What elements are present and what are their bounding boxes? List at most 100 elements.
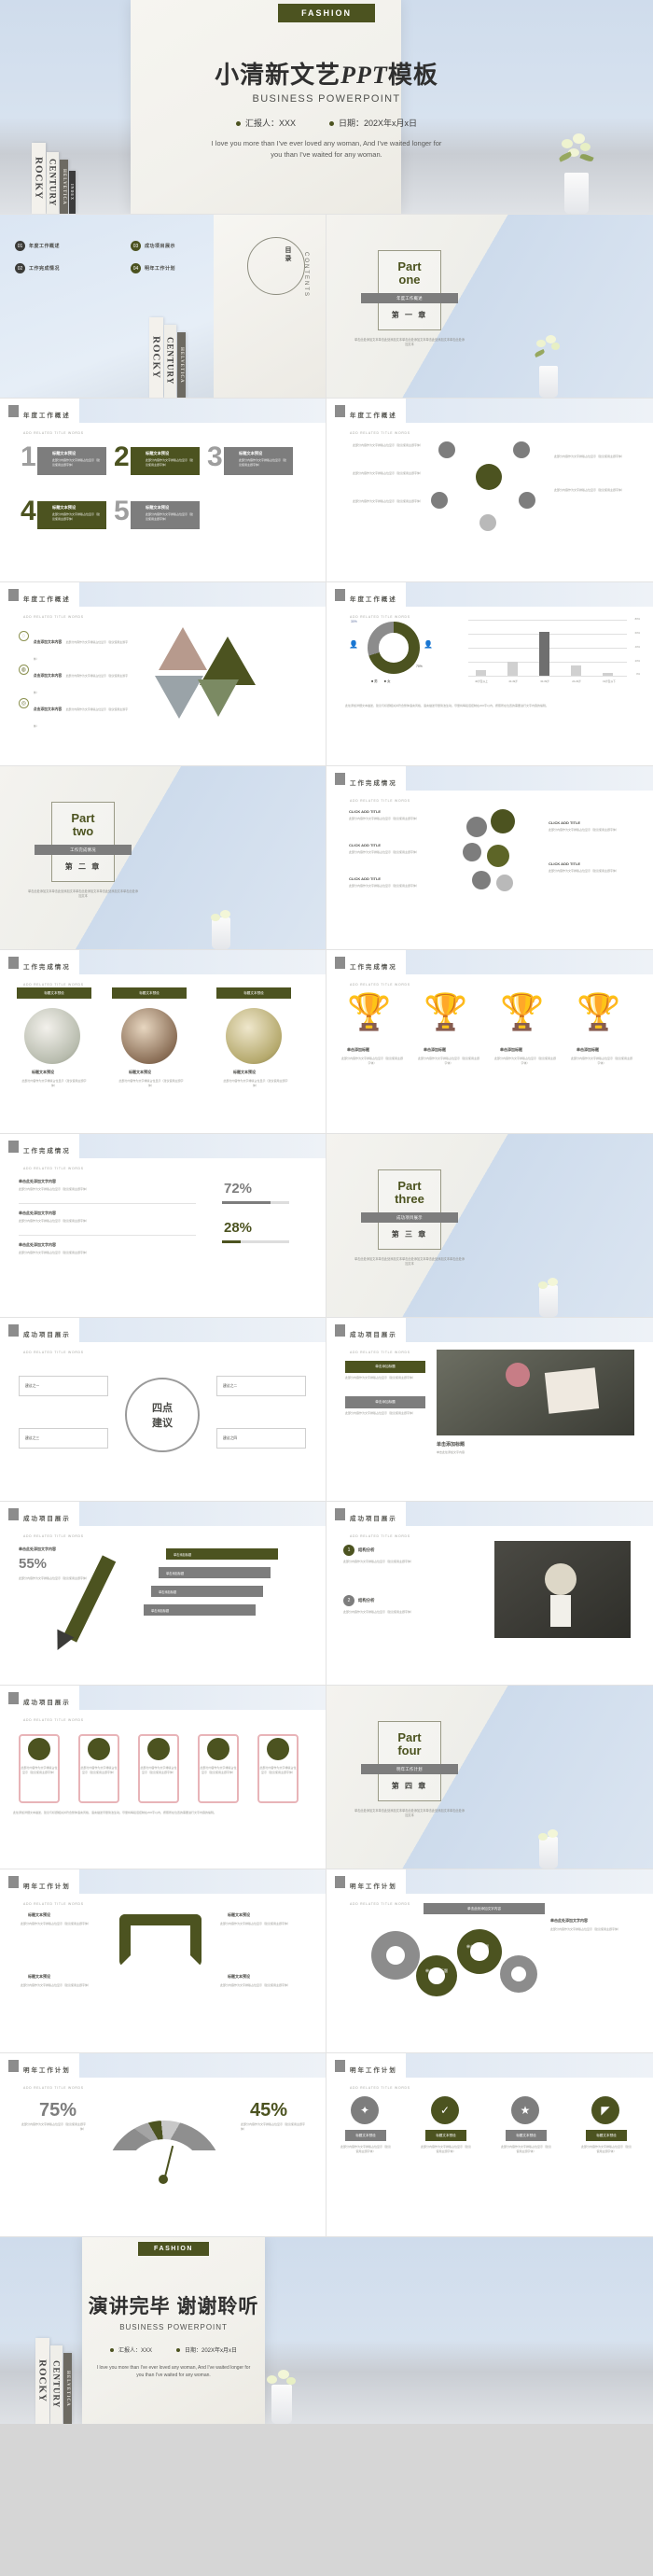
slide-table-of-contents[interactable]: 目录 CONTENTS 01 年度工作概述 02 工作完成情况 03 成功项目展… xyxy=(0,215,326,399)
slide-charts-donut-bar[interactable]: 年度工作概述 ADD RELATED TITLE WORDS 30% 70% 👤… xyxy=(326,582,653,766)
step-circle[interactable] xyxy=(28,1738,50,1760)
lightbulb-icon: ◌ xyxy=(19,631,29,641)
x-tick: 30-39岁 xyxy=(540,680,549,683)
step-circle[interactable] xyxy=(88,1738,110,1760)
toc-item-01[interactable]: 01 年度工作概述 xyxy=(15,241,60,251)
arrow-bar[interactable]: 单击添加标题 xyxy=(151,1586,263,1597)
cover-title-en: PPT xyxy=(340,62,388,89)
step-item-1[interactable]: 1 结构分析 xyxy=(343,1545,375,1556)
numbered-box[interactable]: 标题文本预设 此部分内容作为文字排版占位显示（建议使用主题字体） xyxy=(224,447,293,475)
list-desc: 此部分内容作为文字排版占位显示（建议使用主题字体） xyxy=(19,1219,90,1223)
photo-panel[interactable] xyxy=(437,1350,634,1435)
slide-ending[interactable]: FASHION 演讲完毕 谢谢聆听 BUSINESS POWERPOINT 汇报… xyxy=(0,2237,653,2424)
cluster-node[interactable] xyxy=(496,875,513,891)
cluster-desc: 此部分内容作为文字排版占位显示（建议使用主题字体） xyxy=(349,817,420,820)
step-circle[interactable] xyxy=(267,1738,289,1760)
slide-trophies[interactable]: 工作完成情况 ADD RELATED TITLE WORDS 🏆 🏆 🏆 🏆 单… xyxy=(326,950,653,1134)
slide-pencil-infographic[interactable]: 成功项目展示 ADD RELATED TITLE WORDS 单击此处添加文字内… xyxy=(0,1502,326,1686)
step-item-2[interactable]: 2 结构分析 xyxy=(343,1595,375,1606)
slide-gauge[interactable]: 明年工作计划 ADD RELATED TITLE WORDS 75% 此部分内容… xyxy=(0,2053,326,2237)
arrow-bar[interactable]: 单击添加标题 xyxy=(159,1567,271,1578)
photo-circle[interactable] xyxy=(24,1008,80,1064)
advice-box[interactable]: 建议之四 xyxy=(216,1428,306,1449)
toc-item-03[interactable]: 03 成功项目展示 xyxy=(131,241,175,251)
progress-track xyxy=(222,1201,289,1204)
cluster-node[interactable] xyxy=(487,845,509,867)
bullet-item[interactable]: ◎ 点击添加文本内容 此部分内容作为文字排版占位显示（建议使用主题字体） xyxy=(19,698,131,732)
twitter-icon: ✦ xyxy=(351,2096,379,2124)
slide-four-chips[interactable]: 明年工作计划 ADD RELATED TITLE WORDS ✦ 标题文本预设 … xyxy=(326,2053,653,2237)
cluster-node[interactable] xyxy=(463,843,481,861)
chip-label[interactable]: 标题文本预设 xyxy=(586,2130,627,2141)
slide-numbered-steps[interactable]: 成功项目展示 ADD RELATED TITLE WORDS 1 结构分析 此部… xyxy=(326,1502,653,1686)
node-center[interactable] xyxy=(476,464,502,490)
part-band: 工作完成情况 xyxy=(35,845,132,855)
advice-box[interactable]: 建议之三 xyxy=(19,1428,108,1449)
toc-item-02[interactable]: 02 工作完成情况 xyxy=(15,263,60,273)
step-circle[interactable] xyxy=(207,1738,229,1760)
chip-label[interactable]: 标题文本预设 xyxy=(506,2130,547,2141)
list-title: 单击此处添加文字内容 xyxy=(19,1211,56,1215)
ending-date: 日期：202X年x月x日 xyxy=(176,2345,237,2354)
part-label-line1: Part xyxy=(71,810,95,825)
toc-num-badge: 03 xyxy=(131,241,141,251)
slide-node-diagram[interactable]: 年度工作概述 ADD RELATED TITLE WORDS 此部分内容作为文字… xyxy=(326,399,653,582)
slide-cover[interactable]: FASHION 小清新文艺PPT模板 BUSINESS POWERPOINT 汇… xyxy=(0,0,653,215)
arrow-bar[interactable]: 单击添加标题 xyxy=(144,1604,256,1616)
header-title-en: ADD RELATED TITLE WORDS xyxy=(350,1902,410,1906)
cluster-node[interactable] xyxy=(466,817,487,837)
slide-photo-card[interactable]: 成功项目展示 ADD RELATED TITLE WORDS 单击添加标题 此部… xyxy=(326,1318,653,1502)
header-title-en: ADD RELATED TITLE WORDS xyxy=(23,1534,84,1538)
cover-card xyxy=(131,0,401,214)
slide-five-steps[interactable]: 成功项目展示 ADD RELATED TITLE WORDS 此部分内容作为文字… xyxy=(0,1686,326,1869)
node-item[interactable] xyxy=(519,492,535,509)
advice-box[interactable]: 建议之一 xyxy=(19,1376,108,1396)
photo-desc: 此部分内容作为文字排版占位显示（建议使用主题字体） xyxy=(223,1079,288,1088)
numbered-box[interactable]: 标题文本预设 此部分内容作为文字排版占位显示（建议使用主题字体） xyxy=(37,447,106,475)
bullet-item[interactable]: ◍ 点击添加文本内容 此部分内容作为文字排版占位显示（建议使用主题字体） xyxy=(19,665,131,698)
book-spine: HELVETICA xyxy=(60,160,68,214)
node-item[interactable] xyxy=(438,441,455,458)
numbered-box[interactable]: 标题文本预设 此部分内容作为文字排版占位显示（建议使用主题字体） xyxy=(131,447,200,475)
chip-label[interactable]: 标题文本预设 xyxy=(425,2130,466,2141)
step-circle[interactable] xyxy=(147,1738,170,1760)
photo-circle[interactable] xyxy=(121,1008,177,1064)
slide-section-part-three[interactable]: Part three 第 三 章 成功项目展示 单击此处添加文本单击此处添加文本… xyxy=(326,1134,653,1318)
cluster-node[interactable] xyxy=(472,871,491,889)
flower-icon xyxy=(538,1833,548,1841)
arrow-bar[interactable]: 单击添加标题 xyxy=(166,1548,278,1560)
slide-bullets-triangles[interactable]: 年度工作概述 ADD RELATED TITLE WORDS ◌ 点击添加文本内… xyxy=(0,582,326,766)
photo-circle[interactable] xyxy=(226,1008,282,1064)
node-item[interactable] xyxy=(479,514,496,531)
slide-four-advice[interactable]: 成功项目展示 ADD RELATED TITLE WORDS 四点 建议 建议之… xyxy=(0,1318,326,1502)
slide-numbered-boxes[interactable]: 年度工作概述 ADD RELATED TITLE WORDS 1 标题文本预设 … xyxy=(0,399,326,582)
slide-gears[interactable]: 明年工作计划 ADD RELATED TITLE WORDS 单击此处添加文字内… xyxy=(326,1869,653,2053)
bullet-dot-icon xyxy=(109,2348,114,2353)
numbered-box[interactable]: 标题文本预设 此部分内容作为文字排版占位显示（建议使用主题字体） xyxy=(131,501,200,529)
slide-list-percent[interactable]: 工作完成情况 ADD RELATED TITLE WORDS 单击此处添加文字内… xyxy=(0,1134,326,1318)
header-mark-icon xyxy=(335,1324,345,1337)
slide-cluster-diagram[interactable]: 工作完成情况 ADD RELATED TITLE WORDS CLICK ADD… xyxy=(326,766,653,950)
slide-arrow-loop[interactable]: 明年工作计划 ADD RELATED TITLE WORDS 标题文本预设 此部… xyxy=(0,1869,326,2053)
slide-section-part-four[interactable]: Part four 第 四 章 明年工作计划 单击此处添加文本单击此处添加文本单… xyxy=(326,1686,653,1869)
flower-icon xyxy=(580,143,590,151)
bullet-item[interactable]: ◌ 点击添加文本内容 此部分内容作为文字排版占位显示（建议使用主题字体） xyxy=(19,631,131,665)
toc-item-04[interactable]: 04 明年工作计划 xyxy=(131,263,175,273)
cluster-node[interactable] xyxy=(491,809,515,833)
donut-label-left: 30% xyxy=(351,620,357,623)
cover-subtitle: BUSINESS POWERPOINT xyxy=(252,93,401,105)
advice-box[interactable]: 建议之二 xyxy=(216,1376,306,1396)
slide-section-part-two[interactable]: Part two 第 二 章 工作完成情况 单击此处添加文本单击此处添加文本单击… xyxy=(0,766,326,950)
chart-icon: ◍ xyxy=(19,665,29,675)
header-title-cn: 工作完成情况 xyxy=(23,1148,71,1155)
numbered-box[interactable]: 标题文本预设 此部分内容作为文字排版占位显示（建议使用主题字体） xyxy=(37,501,106,529)
preview-row-13: FASHION 演讲完毕 谢谢聆听 BUSINESS POWERPOINT 汇报… xyxy=(0,2237,653,2424)
advice-center-line2: 建议 xyxy=(152,1418,173,1429)
node-item[interactable] xyxy=(513,441,530,458)
node-item[interactable] xyxy=(431,492,448,509)
ending-date-text: 日期：202X年x月x日 xyxy=(185,2348,238,2354)
slide-circle-photos[interactable]: 工作完成情况 ADD RELATED TITLE WORDS 标题文本预设 标题… xyxy=(0,950,326,1134)
divider xyxy=(19,1235,196,1236)
slide-section-part-one[interactable]: Part one 第 一 章 年度工作概述 单击此处添加文本单击此处添加文本单击… xyxy=(326,215,653,399)
chip-label[interactable]: 标题文本预设 xyxy=(345,2130,386,2141)
